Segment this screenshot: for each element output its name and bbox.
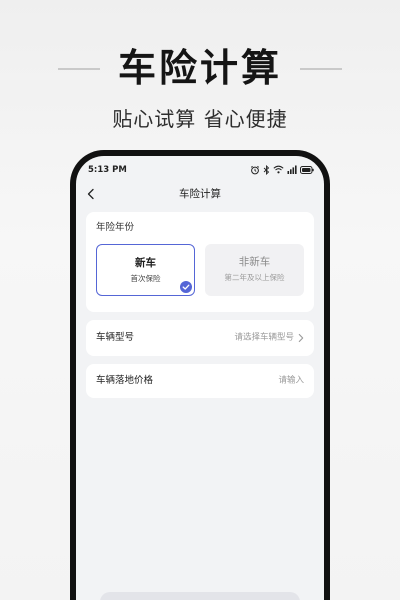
vehicle-model-picker[interactable]: 请选择车辆型号 — [234, 333, 304, 344]
check-icon — [180, 281, 192, 293]
year-card: 年险年份 新车 首次保险 非新车 第二年及以上保险 — [86, 212, 314, 312]
alarm-icon — [250, 165, 260, 174]
status-icons — [250, 164, 314, 175]
banner-line-right — [300, 68, 342, 70]
promo-page: 车险计算 贴心试算 省心便捷 5:13 PM 车险计算 年险年份 新车 首次保险… — [0, 0, 400, 600]
option-desc: 第二年及以上保险 — [224, 273, 285, 282]
vehicle-price-placeholder: 请输入 — [278, 375, 304, 386]
wifi-icon — [273, 165, 284, 174]
vehicle-price-row: 车辆落地价格 请输入 — [86, 364, 314, 398]
option-title: 非新车 — [238, 256, 271, 268]
bottom-action-button[interactable] — [100, 592, 300, 600]
vehicle-model-placeholder: 请选择车辆型号 — [234, 332, 294, 343]
signal-icon — [287, 165, 297, 174]
banner-subtitle: 贴心试算 省心便捷 — [112, 107, 288, 131]
option-title: 新车 — [135, 257, 156, 269]
year-card-label: 年险年份 — [96, 222, 135, 233]
vehicle-price-label: 车辆落地价格 — [96, 375, 154, 386]
vehicle-model-row[interactable]: 车辆型号 请选择车辆型号 — [86, 320, 314, 356]
vehicle-model-label: 车辆型号 — [96, 332, 135, 343]
battery-icon — [300, 165, 314, 174]
nav-title: 车险计算 — [179, 188, 221, 200]
chevron-right-icon — [298, 333, 304, 343]
bluetooth-icon — [263, 164, 270, 175]
vehicle-price-input[interactable]: 请输入 — [278, 376, 304, 387]
status-time: 5:13 PM — [88, 165, 127, 175]
phone-mockup: 5:13 PM 车险计算 年险年份 新车 首次保险 非新车 第二年及以上保险 车… — [70, 150, 330, 600]
option-new-car[interactable]: 新车 首次保险 — [96, 244, 195, 296]
option-used-car[interactable]: 非新车 第二年及以上保险 — [205, 244, 304, 296]
